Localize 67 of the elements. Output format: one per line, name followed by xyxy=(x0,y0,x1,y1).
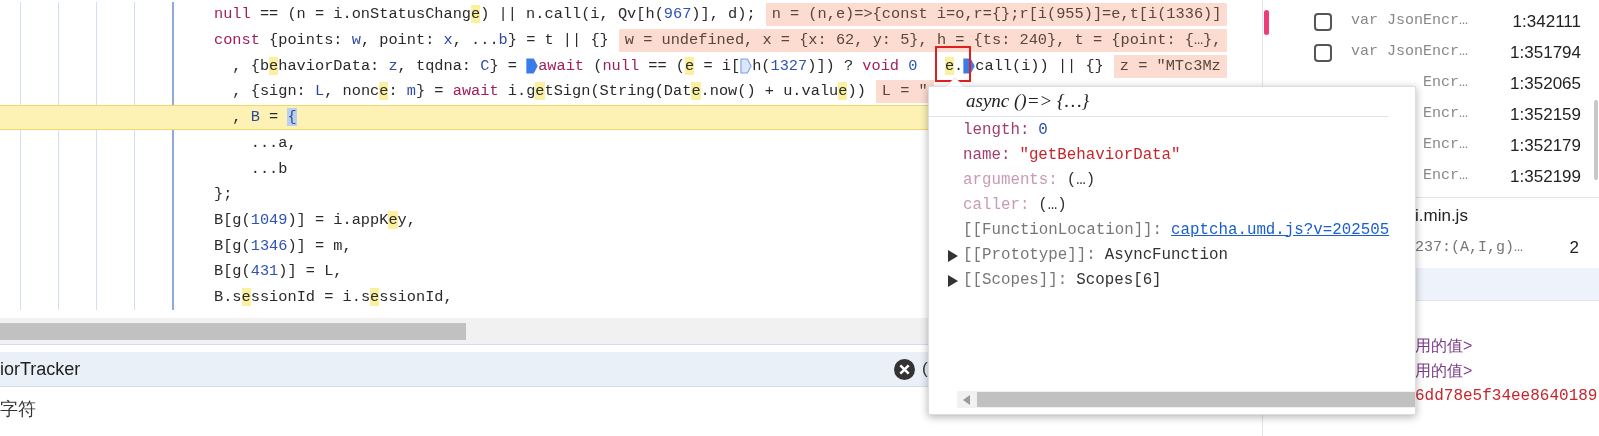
inline-value: z = "MTc3Mz xyxy=(1113,54,1227,78)
property-value: "getBehaviorData" xyxy=(1019,144,1181,166)
search-field[interactable]: iorTracker xyxy=(0,355,81,383)
scrollbar-thumb[interactable] xyxy=(977,392,1415,407)
property-key: [[FunctionLocation]]: xyxy=(963,218,1163,243)
code-text: ...a, xyxy=(249,132,297,154)
checkbox[interactable] xyxy=(1314,43,1332,62)
breakpoint-location: 1:352065 xyxy=(1510,72,1581,95)
code-text: B[g(431)] = L, xyxy=(214,261,343,283)
property-key: [[Prototype]]: xyxy=(963,243,1096,268)
hit-count: 2 xyxy=(1569,237,1579,260)
status-text: 字符 xyxy=(0,397,36,421)
inline-value: n = (n,e)=>{const i=o,r={};r[i(955)]=e,t[i(1336)] xyxy=(765,3,1228,27)
code-text: B.sessionId = i.sessionId, xyxy=(214,286,453,308)
breakpoint-marker-icon[interactable] xyxy=(963,58,976,75)
function-title: async ()=> {…} xyxy=(966,89,1090,114)
scroll-left-icon[interactable] xyxy=(963,394,971,405)
code-text: , {sign: L, nonce: m} = await i.getSign(String(Date.now() + u.value)) xyxy=(231,81,866,103)
inline-value: L = " xyxy=(875,80,934,104)
property-key: caller: xyxy=(963,193,1030,218)
breakpoint-location: 1:351794 xyxy=(1510,41,1581,64)
breakpoint-label[interactable]: Encr… xyxy=(1423,165,1468,188)
property-key: arguments: xyxy=(963,168,1058,193)
expand-arrow-icon[interactable] xyxy=(948,249,958,262)
breakpoint-label[interactable]: var JsonEncr… xyxy=(1350,10,1468,33)
breakpoint-label[interactable]: Encr… xyxy=(1423,134,1468,157)
inline-value: w = undefined, x = {x: 62, y: 5}, h = {ts: 240}, t = {point: {…}, xyxy=(618,29,1228,52)
breakpoint-label[interactable]: 237:(A,I,g)… xyxy=(1415,236,1524,260)
breakpoint-label[interactable]: var JsonEncr… xyxy=(1350,41,1468,64)
breakpoint-location: 1:352199 xyxy=(1510,165,1581,188)
property-value: (…) xyxy=(1066,169,1096,191)
breakpoint-location: 1:352179 xyxy=(1510,134,1581,157)
scrollbar-thumb[interactable] xyxy=(1594,100,1598,180)
property-value: Scopes[6] xyxy=(1076,269,1162,291)
code-text: call(i)) || {} xyxy=(975,55,1104,77)
code-text: , B = { xyxy=(231,107,297,129)
code-text: }; xyxy=(214,184,233,206)
breakpoint-label[interactable]: Encr… xyxy=(1423,103,1468,126)
file-name[interactable]: i.min.js xyxy=(1415,202,1468,229)
property-key: length: xyxy=(963,118,1030,143)
scope-value: 用的值> xyxy=(1415,335,1473,356)
expand-arrow-icon[interactable] xyxy=(948,274,958,287)
property-value: 0 xyxy=(1038,119,1048,141)
code-text: , {behaviorData: z, tqdna: C} = xyxy=(231,55,518,77)
code-text: const {points: w, point: x, ...b} = t || {} xyxy=(214,30,609,52)
property-key: name: xyxy=(963,143,1011,168)
scope-value: 6dd78e5f34ee8640189 xyxy=(1415,385,1598,407)
property-key: [[Scopes]]: xyxy=(963,268,1068,293)
checkbox[interactable] xyxy=(1314,12,1332,31)
breakpoint-marker-icon[interactable] xyxy=(526,58,539,75)
code-text: B[g(1049)] = i.appKey, xyxy=(214,209,416,231)
match-count: ( xyxy=(922,358,929,381)
breakpoint-label[interactable]: Encr… xyxy=(1423,72,1468,95)
property-value: AsyncFunction xyxy=(1104,244,1228,266)
code-text: B[g(1346)] = m, xyxy=(214,235,352,257)
scope-value: 用的值> xyxy=(1415,360,1473,381)
breakpoint-location: 1:342111 xyxy=(1512,10,1581,33)
code-text: await (null == (e = i[ xyxy=(538,55,741,77)
code-text: h(1327)]) ? void 0 e. xyxy=(752,55,964,77)
scrollbar-thumb[interactable] xyxy=(0,322,466,340)
breakpoint-location: 1:352159 xyxy=(1510,103,1581,126)
code-text: ...b xyxy=(249,158,288,180)
source-link[interactable]: captcha.umd.js?v=202505 xyxy=(1171,218,1390,243)
breakpoint-marker-icon[interactable] xyxy=(740,58,753,75)
code-text: null == (n = i.onStatusChange) || n.call(i, Qv[h(967)], d); xyxy=(214,4,756,26)
property-value: (…) xyxy=(1038,194,1067,216)
clear-icon[interactable] xyxy=(894,358,915,380)
